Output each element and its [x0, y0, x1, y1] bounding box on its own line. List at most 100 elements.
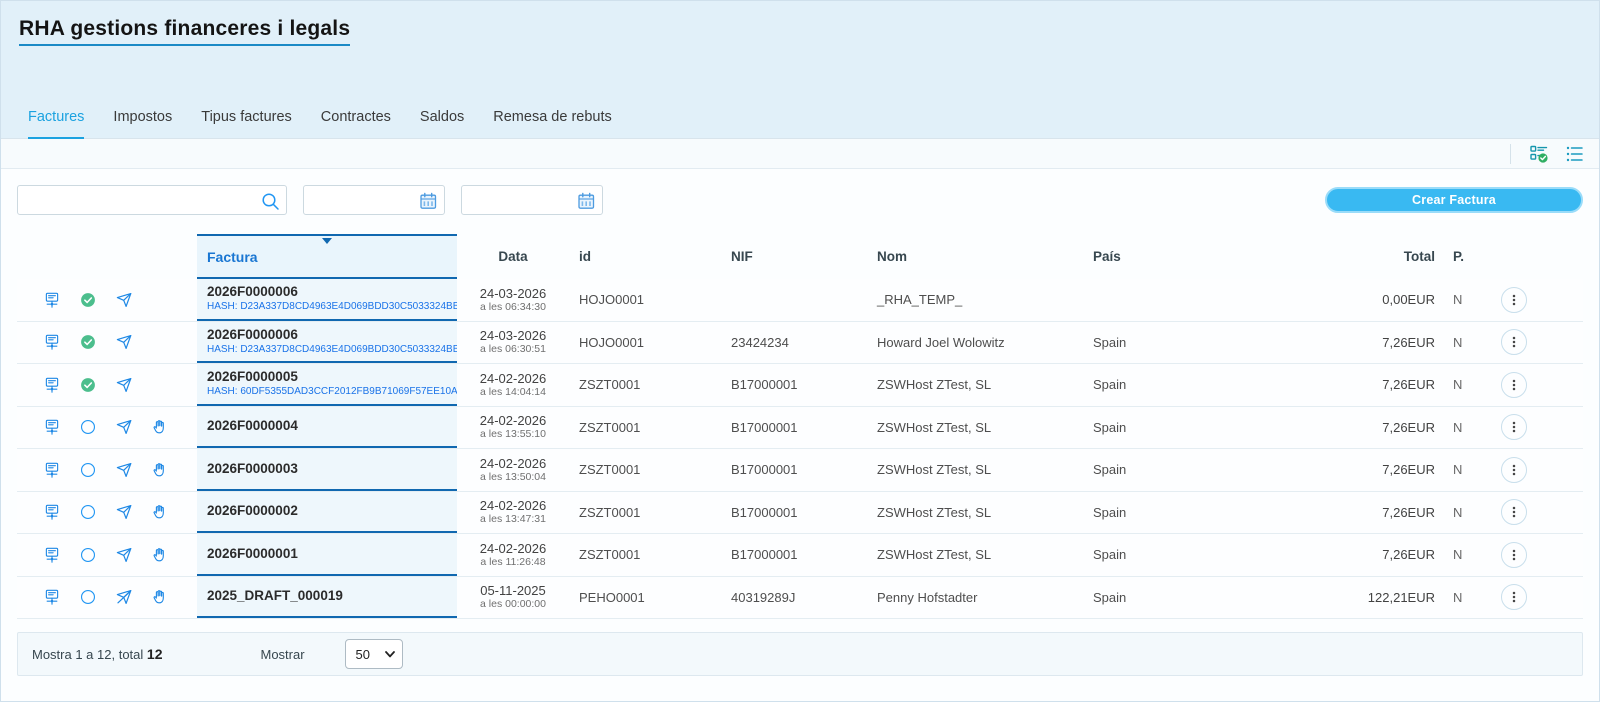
device-icon[interactable]	[43, 546, 61, 564]
device-icon[interactable]	[43, 461, 61, 479]
send-icon[interactable]	[115, 461, 133, 479]
row-menu-button[interactable]	[1501, 329, 1527, 355]
cell-id: ZSZT0001	[569, 547, 721, 562]
status-pending-icon	[79, 461, 97, 479]
send-icon[interactable]	[115, 418, 133, 436]
device-icon[interactable]	[43, 291, 61, 309]
factura-cell[interactable]: 2026F0000006 HASH: D23A337D8CD4963E4D069…	[197, 279, 457, 321]
column-header-p[interactable]: P.	[1437, 249, 1485, 264]
hold-icon[interactable]	[151, 588, 169, 606]
row-menu-button[interactable]	[1501, 584, 1527, 610]
row-menu-button[interactable]	[1501, 287, 1527, 313]
cell-data-date: 24-03-2026	[457, 328, 569, 343]
tab-tipus-factures[interactable]: Tipus factures	[201, 109, 292, 138]
cell-data-time: a les 06:34:30	[457, 301, 569, 314]
factura-number: 2026F0000006	[207, 327, 457, 343]
cell-data-time: a les 13:47:31	[457, 513, 569, 526]
factura-number: 2026F0000002	[207, 503, 457, 519]
form-check-icon[interactable]	[1529, 144, 1549, 164]
cell-pais: Spain	[1079, 547, 1249, 562]
tab-impostos[interactable]: Impostos	[113, 109, 172, 138]
factura-cell[interactable]: 2026F0000006 HASH: D23A337D8CD4963E4D069…	[197, 322, 457, 364]
factura-number: 2026F0000006	[207, 284, 457, 300]
sort-descending-icon	[322, 238, 332, 244]
calendar-icon[interactable]	[418, 191, 438, 211]
search-icon[interactable]	[260, 191, 280, 211]
factura-number: 2025_DRAFT_000019	[207, 588, 457, 604]
factura-cell[interactable]: 2026F0000003	[197, 449, 457, 491]
factura-cell[interactable]: 2026F0000001	[197, 534, 457, 576]
row-menu-button[interactable]	[1501, 457, 1527, 483]
factura-number: 2026F0000001	[207, 546, 457, 562]
device-icon[interactable]	[43, 418, 61, 436]
page-size-select[interactable]: 50	[345, 639, 403, 669]
column-header-id[interactable]: id	[569, 249, 721, 264]
cell-id: ZSZT0001	[569, 420, 721, 435]
page-header: RHA gestions financeres i legals Facture…	[1, 1, 1599, 139]
cell-data-date: 24-02-2026	[457, 498, 569, 513]
factura-hash: HASH: D23A337D8CD4963E4D069BDD30C5033324…	[207, 343, 457, 356]
cell-id: HOJO0001	[569, 335, 721, 350]
calendar-icon[interactable]	[576, 191, 596, 211]
cell-total: 7,26EUR	[1249, 377, 1437, 392]
status-validated-icon	[79, 333, 97, 351]
tab-contractes[interactable]: Contractes	[321, 109, 391, 138]
cell-data-time: a les 00:00:00	[457, 598, 569, 611]
cell-total: 122,21EUR	[1249, 590, 1437, 605]
filter-row: Crear Factura	[17, 185, 1583, 215]
cell-total: 7,26EUR	[1249, 420, 1437, 435]
list-view-icon[interactable]	[1565, 144, 1585, 164]
column-header-nom[interactable]: Nom	[863, 249, 1079, 264]
device-icon[interactable]	[43, 503, 61, 521]
hold-icon[interactable]	[151, 461, 169, 479]
device-icon[interactable]	[43, 333, 61, 351]
row-menu-button[interactable]	[1501, 499, 1527, 525]
tab-remesa-de-rebuts[interactable]: Remesa de rebuts	[493, 109, 611, 138]
column-header-pais[interactable]: País	[1079, 249, 1249, 264]
factura-cell[interactable]: 2026F0000002	[197, 492, 457, 534]
row-menu-button[interactable]	[1501, 372, 1527, 398]
invoices-table: Factura Data id NIF Nom País Total P.	[17, 234, 1583, 619]
device-icon[interactable]	[43, 588, 61, 606]
toolbar-divider	[1510, 144, 1511, 164]
send-icon[interactable]	[115, 503, 133, 521]
tab-factures[interactable]: Factures	[28, 109, 84, 139]
table-body: 2026F0000006 HASH: D23A337D8CD4963E4D069…	[17, 279, 1583, 619]
cell-nom: Penny Hofstadter	[863, 590, 1079, 605]
send-icon[interactable]	[115, 546, 133, 564]
send-icon[interactable]	[115, 376, 133, 394]
column-header-factura[interactable]: Factura	[197, 234, 457, 279]
cell-nif: 23424234	[721, 335, 863, 350]
send-icon[interactable]	[115, 291, 133, 309]
cell-nom: ZSWHost ZTest, SL	[863, 547, 1079, 562]
pagination-summary: Mostra 1 a 12, total 12	[32, 646, 162, 662]
hold-icon[interactable]	[151, 546, 169, 564]
factura-cell[interactable]: 2025_DRAFT_000019	[197, 577, 457, 619]
hold-icon[interactable]	[151, 418, 169, 436]
cell-p: N	[1437, 462, 1485, 477]
factura-number: 2026F0000003	[207, 461, 457, 477]
factura-cell[interactable]: 2026F0000004	[197, 407, 457, 449]
page-title: RHA gestions financeres i legals	[19, 17, 350, 46]
search-input[interactable]	[18, 186, 286, 214]
row-menu-button[interactable]	[1501, 542, 1527, 568]
column-header-data[interactable]: Data	[457, 249, 569, 264]
cell-id: PEHO0001	[569, 590, 721, 605]
device-icon[interactable]	[43, 376, 61, 394]
cell-p: N	[1437, 335, 1485, 350]
tab-saldos[interactable]: Saldos	[420, 109, 464, 138]
cell-p: N	[1437, 292, 1485, 307]
factura-cell[interactable]: 2026F0000005 HASH: 60DF5355DAD3CCF2012FB…	[197, 364, 457, 406]
cell-id: ZSZT0001	[569, 462, 721, 477]
column-header-total[interactable]: Total	[1249, 249, 1437, 264]
cell-data-time: a les 14:04:14	[457, 386, 569, 399]
create-invoice-button[interactable]: Crear Factura	[1325, 187, 1583, 213]
cell-nom: ZSWHost ZTest, SL	[863, 420, 1079, 435]
cell-pais: Spain	[1079, 420, 1249, 435]
row-menu-button[interactable]	[1501, 414, 1527, 440]
hold-icon[interactable]	[151, 503, 169, 521]
column-header-nif[interactable]: NIF	[721, 249, 863, 264]
factura-number: 2026F0000005	[207, 369, 457, 385]
send-icon[interactable]	[115, 333, 133, 351]
cell-nom: ZSWHost ZTest, SL	[863, 462, 1079, 477]
